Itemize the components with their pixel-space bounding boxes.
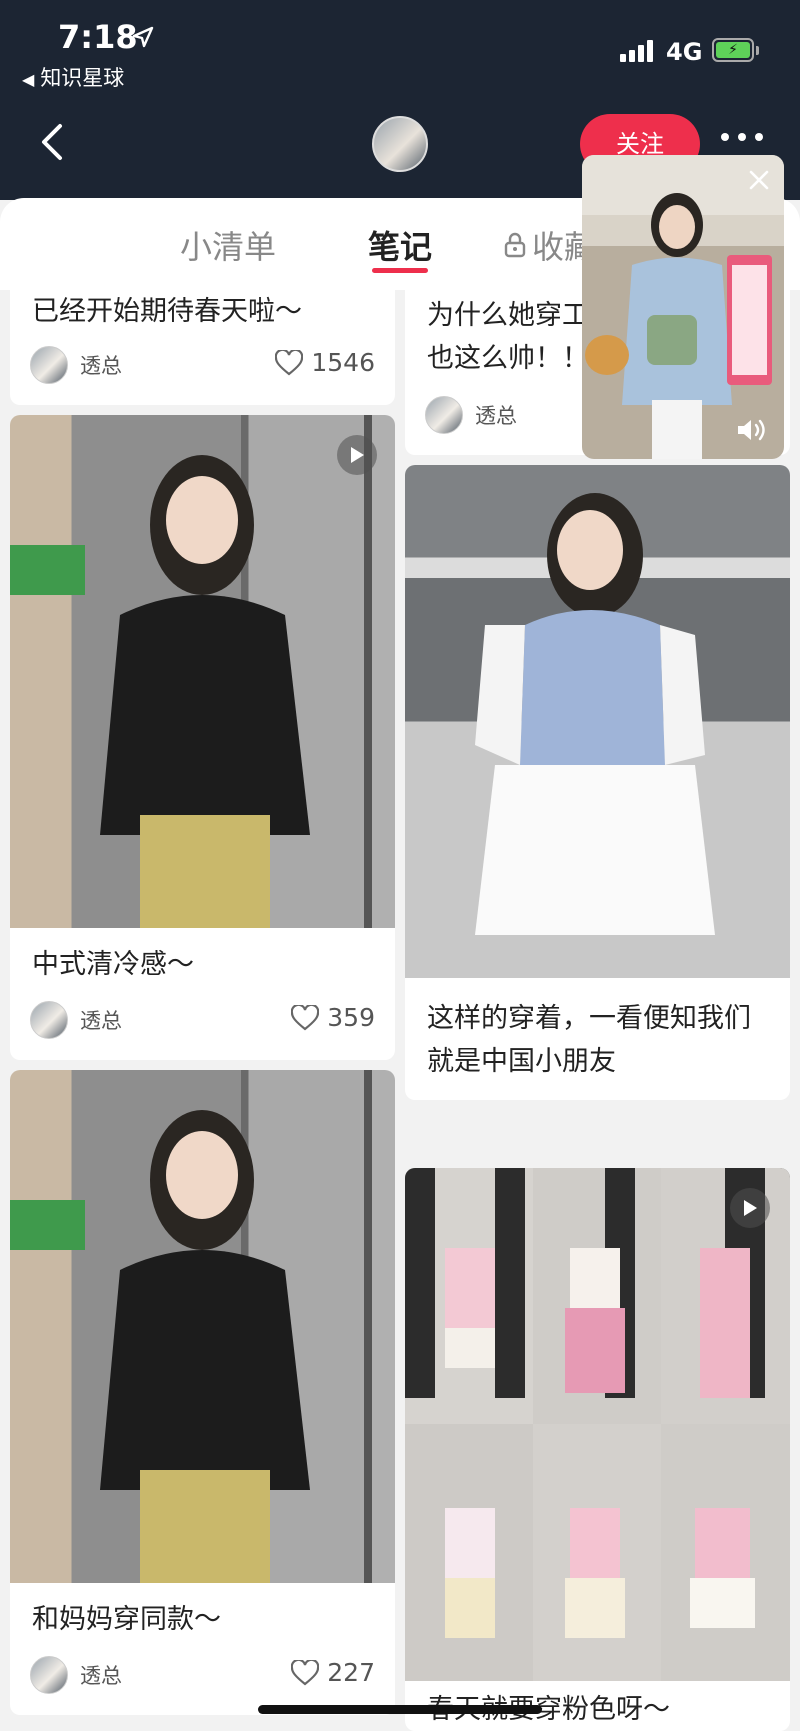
tab-notes[interactable]: 笔记 [368,222,432,268]
home-indicator[interactable] [258,1705,542,1714]
note-card[interactable]: 春天就要穿粉色呀～ [405,1168,790,1731]
note-author[interactable]: 透总 [425,396,517,434]
heart-icon [291,1659,320,1685]
video-play-icon [337,435,377,475]
heart-icon [275,349,304,375]
back-to-app-link[interactable]: ◀ 知识星球 [22,62,124,92]
author-avatar [425,396,463,434]
author-name: 透总 [80,354,122,378]
floating-video-window[interactable] [582,155,784,459]
girl-figure [10,1110,310,1583]
battery-cap [756,46,759,55]
note-title: 中式清冷感～ [32,949,194,980]
note-card[interactable]: 中式清冷感～ 透总 359 [10,415,395,1060]
note-title: 这样的穿着，一看便知我们就是中国小朋友 [427,1003,751,1077]
like-button[interactable]: 1546 [275,348,375,377]
note-card[interactable]: 已经开始期待春天啦～ 透总 1546 [10,290,395,405]
like-button[interactable]: 227 [291,1658,375,1687]
author-avatar [30,346,68,384]
note-title: 已经开始期待春天啦～ [32,296,302,327]
battery-charging-icon: ⚡ [712,38,754,62]
girl-figure [475,493,715,935]
location-arrow-icon [132,26,154,48]
author-avatar [30,1656,68,1694]
author-name: 透总 [80,1664,122,1688]
video-play-icon [730,1188,770,1228]
note-title: 和妈妈穿同款～ [32,1604,221,1635]
outfit-collage [405,1168,790,1681]
active-tab-indicator [372,268,428,273]
like-button[interactable]: 359 [291,1003,375,1032]
note-author[interactable]: 透总 [30,1656,122,1694]
network-type: 4G [666,38,703,66]
author-name: 透总 [80,1009,122,1033]
note-author[interactable]: 透总 [30,1001,122,1039]
like-count: 227 [327,1658,375,1687]
lock-icon [504,232,526,258]
note-cover-image [10,415,395,928]
tab-list[interactable]: 小清单 [180,222,276,268]
heart-icon [291,1004,320,1030]
video-frame [582,155,784,459]
profile-avatar[interactable] [372,116,428,172]
note-card[interactable]: 这样的穿着，一看便知我们就是中国小朋友 透总 32 [405,465,790,1100]
author-name: 透总 [475,404,517,428]
author-avatar [30,1001,68,1039]
note-card[interactable]: 和妈妈穿同款～ 透总 227 [10,1070,395,1715]
like-count: 359 [327,1003,375,1032]
cellular-signal-icon [620,40,653,62]
more-dots-icon[interactable] [720,132,764,142]
note-author[interactable]: 透总 [30,346,122,384]
back-triangle-icon: ◀ [22,70,35,89]
girl-figure [10,455,310,928]
note-cover-image [10,1070,395,1583]
close-icon[interactable] [748,169,770,191]
status-time: 7:18 [58,18,138,56]
back-app-label: 知识星球 [40,66,125,90]
back-button[interactable] [34,120,70,164]
note-cover-image [405,465,790,978]
like-count: 1546 [311,348,375,377]
note-cover-image [405,1168,790,1681]
speaker-icon[interactable] [736,417,768,443]
